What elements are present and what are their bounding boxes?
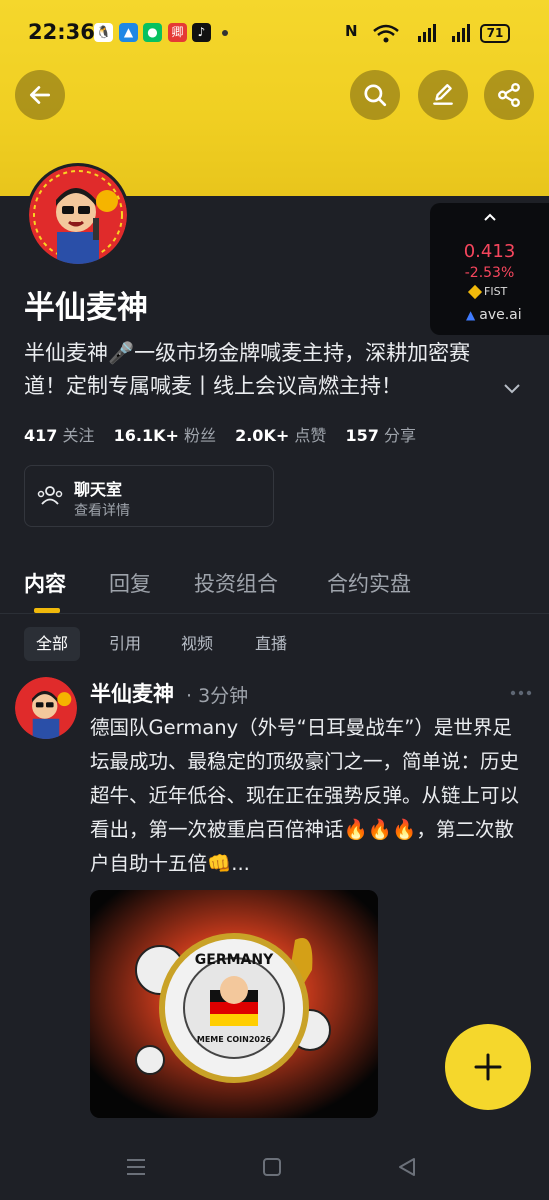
more-options-icon[interactable] [510, 690, 532, 696]
search-button[interactable] [350, 70, 400, 120]
tab-futures[interactable]: 合约实盘 [327, 568, 411, 598]
expand-bio-chevron-icon[interactable] [501, 380, 523, 396]
filter-all[interactable]: 全部 [24, 627, 81, 661]
battery-icon: 71 [480, 24, 510, 43]
edit-icon [433, 84, 453, 105]
likes-count: 2.0K+ [235, 426, 290, 445]
tabs-divider [0, 613, 549, 614]
home-icon[interactable] [262, 1157, 282, 1177]
filter-live[interactable]: 直播 [255, 627, 287, 661]
followers-label[interactable]: 粉丝 [184, 426, 216, 445]
signal-1-icon [418, 24, 436, 42]
chat-room-subtitle: 查看详情 [74, 503, 130, 519]
profile-bio: 半仙麦神🎤一级市场金牌喊麦主持，深耕加密赛道！定制专属喊麦丨线上会议高燃主持！ [24, 337, 504, 403]
back-button[interactable] [15, 70, 65, 120]
post-timestamp: · 3分钟 [186, 685, 249, 707]
nfc-icon: N [345, 22, 358, 40]
profile-bio-text: 半仙麦神🎤一级市场金牌喊麦主持，深耕加密赛道！定制专属喊麦丨线上会议高燃主持！ [24, 341, 471, 398]
profile-name: 半仙麦神 [24, 290, 148, 326]
source-name: ave.ai [479, 307, 522, 323]
shares-label: 分享 [383, 426, 416, 445]
post-author-name[interactable]: 半仙麦神 [90, 678, 174, 708]
bnb-chain-icon [467, 284, 483, 299]
ave-logo-icon: ▲ [466, 308, 476, 322]
token-price: 0.413 [463, 241, 516, 262]
group-icon [37, 486, 63, 505]
coin-title: GERMANY [195, 952, 274, 968]
system-nav-bar [0, 1140, 549, 1200]
filter-quotes[interactable]: 引用 [109, 627, 141, 661]
token-change: -2.53% [464, 265, 515, 281]
chevron-up-icon[interactable] [482, 211, 498, 223]
signal-2-icon [452, 24, 470, 42]
chat-room-title: 聊天室 [74, 480, 123, 499]
profile-avatar[interactable] [26, 163, 130, 267]
search-icon [364, 84, 387, 107]
post-avatar-illustration-icon [15, 677, 77, 739]
status-dot-icon [222, 30, 228, 36]
token-symbol: FIST [484, 285, 508, 298]
filter-videos[interactable]: 视频 [181, 627, 213, 661]
status-time: 22:36 [28, 20, 95, 44]
edit-button[interactable] [418, 70, 468, 120]
post-image[interactable]: GERMANY MEME COIN2026 [90, 890, 378, 1118]
profile-stats: 417 关注 16.1K+ 粉丝 2.0K+ 点赞 157 分享 [24, 422, 430, 446]
wifi-icon [373, 24, 399, 43]
profile-tabs: 内容 回复 投资组合 合约实盘 [0, 568, 549, 598]
create-post-button[interactable] [445, 1024, 531, 1110]
shares-count: 157 [345, 426, 379, 445]
tab-replies[interactable]: 回复 [109, 568, 151, 598]
coin-subtitle: MEME COIN2026 [197, 1035, 272, 1044]
share-button[interactable] [484, 70, 534, 120]
back-arrow-icon [29, 86, 51, 104]
plus-icon [474, 1053, 502, 1081]
chat-room-card[interactable]: 聊天室 查看详情 [24, 465, 274, 527]
share-icon [498, 82, 520, 108]
token-price-widget[interactable]: 0.413 -2.53% FIST ▲ ave.ai [430, 203, 549, 335]
news-icon: 卿 [168, 23, 187, 42]
avatar-illustration-icon [29, 166, 127, 264]
post-author-avatar[interactable] [15, 677, 77, 739]
following-label[interactable]: 关注 [63, 426, 95, 445]
tiktok-icon: ♪ [192, 23, 211, 42]
app-icon: ▲ [119, 23, 138, 42]
token-symbol-row: FIST [467, 284, 508, 299]
qq-icon: 🐧 [94, 23, 113, 42]
source-row: ▲ ave.ai [466, 307, 522, 323]
following-count[interactable]: 417 [24, 426, 57, 445]
wechat-icon: ● [143, 23, 162, 42]
tab-portfolio[interactable]: 投资组合 [194, 568, 278, 598]
post-body[interactable]: 德国队Germany（外号“日耳曼战车”）是世界足坛最成功、最稳定的顶级豪门之一… [90, 711, 530, 881]
likes-label: 点赞 [294, 426, 327, 445]
germany-coin-image-icon: GERMANY MEME COIN2026 [90, 890, 378, 1118]
recent-apps-icon[interactable] [126, 1157, 146, 1177]
followers-count[interactable]: 16.1K+ [114, 426, 179, 445]
nav-back-icon[interactable] [397, 1157, 417, 1177]
tab-content[interactable]: 内容 [24, 568, 66, 598]
